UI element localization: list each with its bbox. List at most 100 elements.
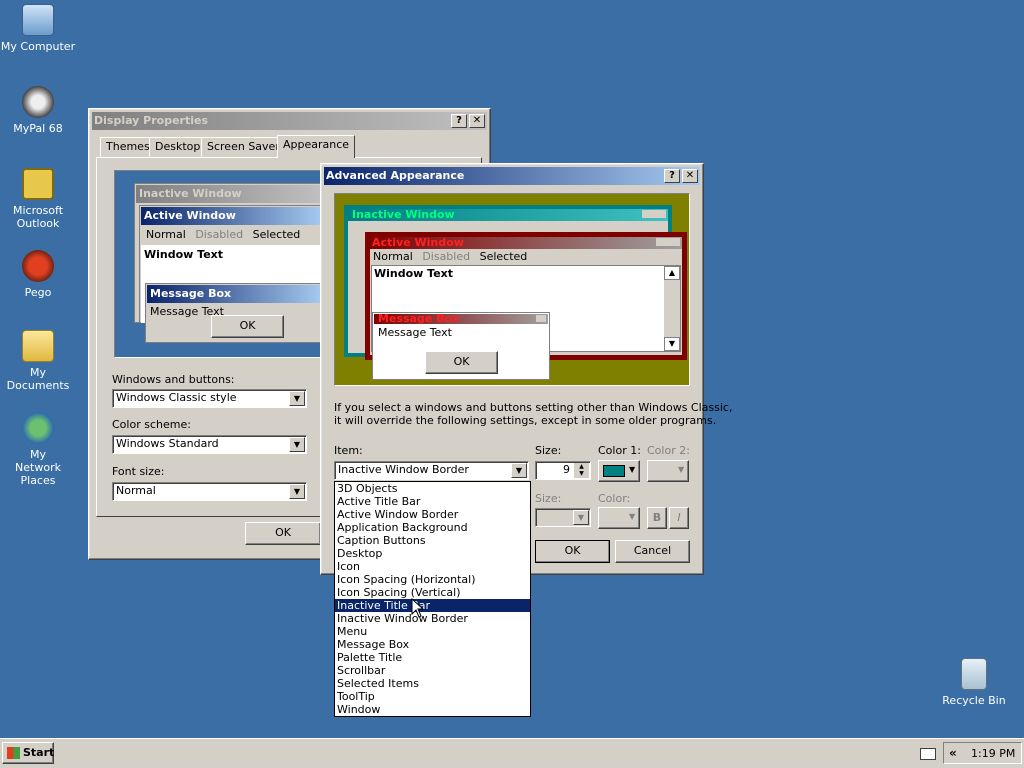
- raccoon-icon: [22, 86, 54, 118]
- list-item[interactable]: ToolTip: [335, 690, 530, 703]
- desktop-icon-my-computer[interactable]: My Computer: [0, 4, 76, 53]
- tab-desktop[interactable]: Desktop: [149, 137, 207, 157]
- desktop-icon-mypal[interactable]: MyPal 68: [0, 86, 76, 135]
- list-item[interactable]: Active Window Border: [335, 508, 530, 521]
- desktop-icon-recycle-bin[interactable]: Recycle Bin: [936, 658, 1012, 707]
- desktop-icon-outlook[interactable]: Microsoft Outlook: [0, 168, 76, 230]
- list-item[interactable]: Palette Title: [335, 651, 530, 664]
- help-button[interactable]: ?: [664, 169, 680, 183]
- outlook-icon: [22, 168, 54, 200]
- font-color-button[interactable]: ▼: [598, 507, 640, 529]
- close-button[interactable]: ✕: [469, 114, 485, 128]
- tray-chevron-button[interactable]: «: [949, 746, 957, 760]
- caption-buttons-icon: [642, 210, 666, 218]
- list-item[interactable]: Window: [335, 703, 530, 716]
- chevron-down-icon[interactable]: ▼: [573, 510, 589, 525]
- list-item[interactable]: Icon: [335, 560, 530, 573]
- list-item[interactable]: Inactive Window Border: [335, 612, 530, 625]
- tab-appearance[interactable]: Appearance: [277, 135, 356, 158]
- size-spin-buttons[interactable]: ▲ ▼: [574, 463, 589, 478]
- advanced-appearance-titlebar[interactable]: Advanced Appearance ? ✕: [324, 167, 700, 185]
- desktop-icon-pego[interactable]: Pego: [0, 250, 76, 299]
- color-scheme-select[interactable]: Windows Standard ▼: [112, 435, 307, 454]
- preview-ok-button: OK: [211, 315, 284, 338]
- item-select[interactable]: Inactive Window Border ▼: [334, 461, 529, 480]
- aa-cancel-button[interactable]: Cancel: [615, 540, 690, 563]
- desktop-icon-my-documents[interactable]: My Documents: [0, 330, 76, 392]
- list-item[interactable]: Selected Items: [335, 677, 530, 690]
- item-label: Item:: [334, 444, 363, 457]
- recycle-bin-icon: [961, 658, 987, 690]
- list-item-selected[interactable]: Inactive Title Bar: [335, 599, 530, 612]
- preview-menu-disabled: Disabled: [422, 250, 471, 263]
- list-item[interactable]: Menu: [335, 625, 530, 638]
- preview-message-text: Message Text: [378, 326, 452, 339]
- tab-screen-saver[interactable]: Screen Saver: [201, 137, 286, 157]
- computer-icon: [22, 4, 54, 36]
- preview-scrollbar: ▲ ▼: [664, 266, 680, 351]
- list-item[interactable]: Scrollbar: [335, 664, 530, 677]
- display-properties-titlebar[interactable]: Display Properties ? ✕: [92, 112, 487, 130]
- color-scheme-value: Windows Standard: [116, 437, 219, 450]
- windows-buttons-value: Windows Classic style: [116, 391, 237, 404]
- windows-buttons-label: Windows and buttons:: [112, 373, 235, 386]
- window-title: Display Properties: [94, 114, 209, 127]
- font-size-select[interactable]: ▼: [535, 508, 591, 527]
- list-item[interactable]: Active Title Bar: [335, 495, 530, 508]
- preview-ok-button: OK: [425, 351, 498, 374]
- item-dropdown-list[interactable]: 3D Objects Active Title Bar Active Windo…: [334, 481, 531, 717]
- system-tray: « 1:19 PM: [943, 742, 1022, 764]
- mouse-cursor-icon: [411, 598, 423, 618]
- font-size-select[interactable]: Normal ▼: [112, 482, 307, 501]
- spin-down-icon[interactable]: ▼: [574, 470, 589, 477]
- keyboard-icon[interactable]: [920, 748, 936, 760]
- chevron-down-icon[interactable]: ▼: [289, 484, 305, 499]
- list-item[interactable]: Application Background: [335, 521, 530, 534]
- font-size-value: Normal: [116, 484, 156, 497]
- color2-label: Color 2:: [647, 444, 690, 457]
- preview-menu-selected: Selected: [479, 250, 528, 263]
- desktop-icon-label: Recycle Bin: [942, 694, 1006, 707]
- bold-button[interactable]: B: [647, 507, 667, 529]
- close-icon: [536, 315, 546, 322]
- tab-themes[interactable]: Themes: [100, 137, 156, 157]
- desktop-icon-label: MyPal 68: [13, 122, 63, 135]
- list-item[interactable]: Icon Spacing (Vertical): [335, 586, 530, 599]
- preview-active-title-text: Active Window: [372, 236, 464, 249]
- list-item[interactable]: Desktop: [335, 547, 530, 560]
- item-value: Inactive Window Border: [338, 463, 469, 476]
- spin-up-icon[interactable]: ▲: [574, 463, 589, 470]
- size-spinner[interactable]: 9 ▲ ▼: [535, 461, 591, 480]
- windows-buttons-select[interactable]: Windows Classic style ▼: [112, 389, 307, 408]
- chevron-down-icon[interactable]: ▼: [289, 391, 305, 406]
- list-item[interactable]: Icon Spacing (Horizontal): [335, 573, 530, 586]
- help-button[interactable]: ?: [451, 114, 467, 128]
- font-color-label: Color:: [598, 492, 631, 505]
- color1-button[interactable]: ▼: [598, 460, 640, 482]
- desktop-icon-label: My Network Places: [15, 448, 61, 487]
- preview-inactive-title: Inactive Window: [136, 185, 322, 203]
- dp-ok-button[interactable]: OK: [245, 522, 321, 545]
- preview-active-title: Active Window: [370, 237, 682, 249]
- preview-menu-normal: Normal: [373, 250, 413, 263]
- chevron-down-icon[interactable]: ▼: [289, 437, 305, 452]
- chevron-down-icon: ▼: [629, 512, 636, 521]
- preview-window-text: Window Text: [374, 267, 454, 280]
- list-item[interactable]: Message Box: [335, 638, 530, 651]
- start-button[interactable]: Start: [2, 742, 54, 764]
- color2-button[interactable]: ▼: [647, 460, 689, 482]
- aa-ok-button[interactable]: OK: [535, 540, 610, 563]
- desktop-icon-label: Microsoft Outlook: [12, 204, 64, 230]
- caption-buttons-icon: [656, 238, 680, 246]
- preview-menu-normal: Normal: [146, 228, 186, 241]
- italic-button[interactable]: I: [669, 507, 689, 529]
- font-size-label: Font size:: [112, 465, 165, 478]
- close-button[interactable]: ✕: [682, 169, 698, 183]
- desktop-icon-label: Pego: [24, 286, 52, 299]
- desktop-icon-network[interactable]: My Network Places: [0, 412, 76, 487]
- list-item[interactable]: Caption Buttons: [335, 534, 530, 547]
- chevron-down-icon[interactable]: ▼: [511, 463, 527, 478]
- list-item[interactable]: 3D Objects: [335, 482, 530, 495]
- color-scheme-label: Color scheme:: [112, 418, 191, 431]
- color1-swatch: [603, 465, 625, 477]
